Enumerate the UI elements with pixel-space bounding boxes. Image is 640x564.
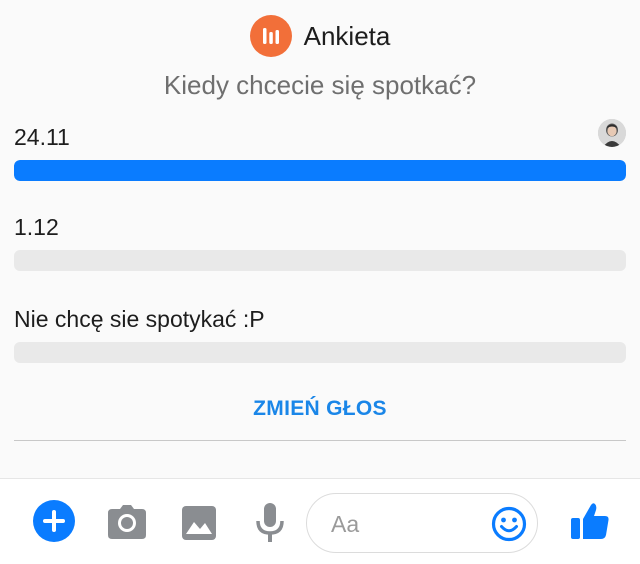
poll-option-1-label[interactable]: 24.11 bbox=[14, 124, 70, 151]
camera-icon bbox=[108, 505, 146, 539]
emoji-button[interactable] bbox=[491, 506, 527, 542]
microphone-button[interactable] bbox=[256, 503, 284, 543]
message-input-wrapper bbox=[306, 493, 538, 553]
poll-header: Ankieta bbox=[0, 15, 640, 57]
poll-option-1-fill bbox=[14, 160, 626, 181]
camera-button[interactable] bbox=[108, 505, 146, 539]
poll-card: Ankieta Kiedy chcecie się spotkać? 24.11… bbox=[0, 0, 640, 476]
poll-option-2-label[interactable]: 1.12 bbox=[14, 214, 59, 241]
voter-avatar[interactable] bbox=[598, 119, 626, 147]
gallery-button[interactable] bbox=[182, 506, 216, 540]
image-icon bbox=[182, 506, 216, 540]
poll-option-1-bar[interactable] bbox=[14, 160, 626, 181]
change-vote-button[interactable]: ZMIEŃ GŁOS bbox=[0, 397, 640, 421]
divider bbox=[14, 440, 626, 441]
microphone-icon bbox=[256, 503, 284, 542]
poll-question: Kiedy chcecie się spotkać? bbox=[163, 70, 477, 100]
messenger-poll-screen: Ankieta Kiedy chcecie się spotkać? 24.11… bbox=[0, 0, 640, 564]
thumbs-up-icon bbox=[571, 503, 609, 539]
poll-icon bbox=[249, 15, 292, 57]
like-button[interactable] bbox=[570, 501, 610, 541]
message-input[interactable] bbox=[329, 506, 483, 542]
poll-option-3-label[interactable]: Nie chcę sie spotykać :P bbox=[14, 306, 265, 333]
emoji-icon bbox=[491, 506, 527, 542]
plus-icon bbox=[33, 500, 75, 542]
plus-button[interactable] bbox=[32, 499, 76, 543]
poll-option-2-bar[interactable] bbox=[14, 250, 626, 271]
poll-option-3-bar[interactable] bbox=[14, 342, 626, 363]
message-composer bbox=[0, 478, 640, 564]
poll-title: Ankieta bbox=[303, 20, 391, 51]
